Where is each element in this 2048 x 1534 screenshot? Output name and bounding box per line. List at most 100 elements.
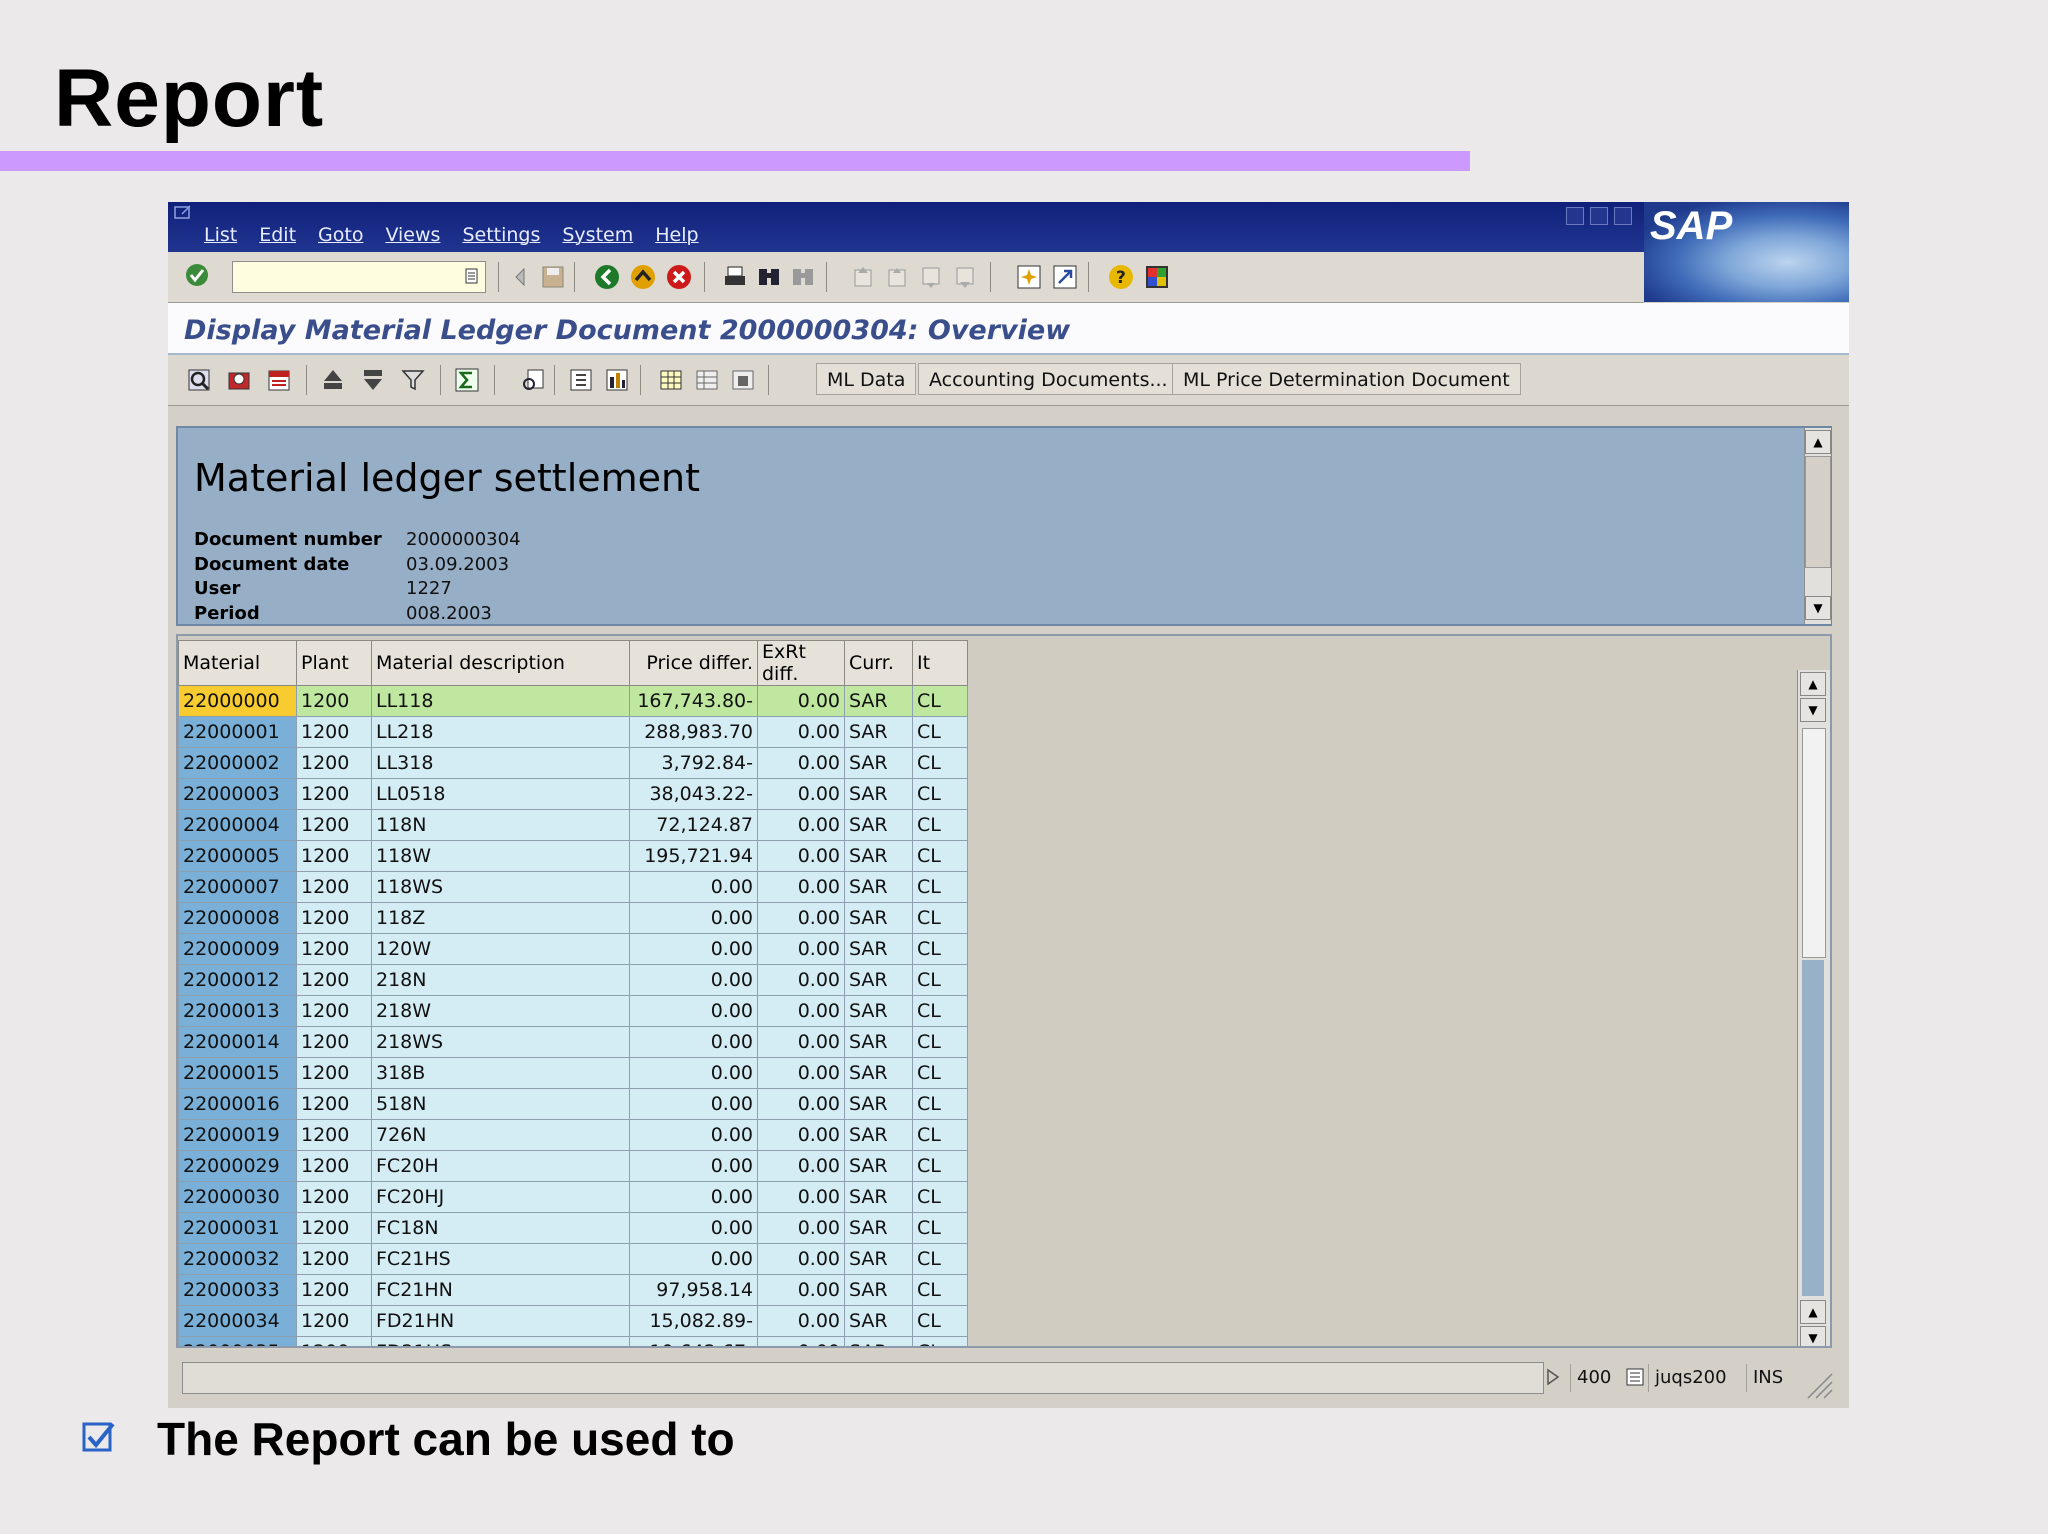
cell-price-difference[interactable]: 15,082.89- [629,1305,758,1337]
cell-price-difference[interactable]: 0.00 [629,1243,758,1275]
cell-description[interactable]: 318B [371,1057,630,1089]
cell-item[interactable]: CL [912,1026,968,1058]
cell-material[interactable]: 22000031 [178,1212,297,1244]
scroll-page-up-icon[interactable]: ▲ [1800,1300,1826,1324]
scroll-down-icon[interactable]: ▼ [1805,596,1831,620]
system-info-icon[interactable] [1626,1368,1644,1386]
column-header-price-difference[interactable]: Price differ. [629,640,758,686]
create-session-icon[interactable] [1016,264,1042,290]
cell-currency[interactable]: SAR [844,1212,913,1244]
cell-item[interactable]: CL [912,716,968,748]
cell-description[interactable]: 118Z [371,902,630,934]
cell-material[interactable]: 22000007 [178,871,297,903]
print-preview-icon[interactable] [520,367,546,393]
table-row[interactable]: 22000014 1200 218WS 0.00 0.00 SAR CL [178,1026,968,1058]
cell-price-difference[interactable]: 0.00 [629,902,758,934]
details-icon[interactable] [186,367,212,393]
change-layout-icon[interactable] [658,367,684,393]
cell-description[interactable]: 218W [371,995,630,1027]
next-page-icon[interactable] [918,264,944,290]
cell-price-difference[interactable]: 3,792.84- [629,747,758,779]
cell-exchange-rate-difference[interactable]: 0.00 [757,964,845,996]
cell-exchange-rate-difference[interactable]: 0.00 [757,1243,845,1275]
cell-plant[interactable]: 1200 [296,1026,372,1058]
cell-exchange-rate-difference[interactable]: 0.00 [757,933,845,965]
cell-item[interactable]: CL [912,1274,968,1306]
cell-material[interactable]: 22000003 [178,778,297,810]
select-layout-icon[interactable] [694,367,720,393]
cell-exchange-rate-difference[interactable]: 0.00 [757,1212,845,1244]
save-icon[interactable] [540,264,566,290]
cell-description[interactable]: LL0518 [371,778,630,810]
choose-icon[interactable] [226,367,252,393]
table-row[interactable]: 22000000 1200 LL118 167,743.80- 0.00 SAR CL [178,685,968,717]
cell-plant[interactable]: 1200 [296,747,372,779]
table-row[interactable]: 22000009 1200 120W 0.00 0.00 SAR CL [178,933,968,965]
cell-currency[interactable]: SAR [844,1336,913,1346]
table-row[interactable]: 22000031 1200 FC18N 0.00 0.00 SAR CL [178,1212,968,1244]
cell-item[interactable]: CL [912,933,968,965]
menu-views[interactable]: Views [385,224,440,246]
cell-price-difference[interactable]: 167,743.80- [629,685,758,717]
cell-price-difference[interactable]: 0.00 [629,964,758,996]
table-row[interactable]: 22000013 1200 218W 0.00 0.00 SAR CL [178,995,968,1027]
accounting-documents-button[interactable]: Accounting Documents... [918,363,1179,395]
cell-material[interactable]: 22000008 [178,902,297,934]
cell-price-difference[interactable]: 0.00 [629,933,758,965]
cell-description[interactable]: FC20H [371,1150,630,1182]
cell-exchange-rate-difference[interactable]: 0.00 [757,809,845,841]
cell-description[interactable]: FC21HN [371,1274,630,1306]
cell-item[interactable]: CL [912,1336,968,1346]
column-header-description[interactable]: Material description [371,640,630,686]
back-arrow-icon[interactable] [508,264,534,290]
command-field[interactable] [232,261,486,293]
menu-list[interactable]: List [204,224,237,246]
cell-currency[interactable]: SAR [844,685,913,717]
previous-page-icon[interactable] [884,264,910,290]
cell-plant[interactable]: 1200 [296,1088,372,1120]
cell-material[interactable]: 22000005 [178,840,297,872]
cell-item[interactable]: CL [912,871,968,903]
table-row[interactable]: 22000002 1200 LL318 3,792.84- 0.00 SAR CL [178,747,968,779]
system-menu-icon[interactable] [174,205,194,221]
cell-currency[interactable]: SAR [844,747,913,779]
cell-price-difference[interactable]: 0.00 [629,1119,758,1151]
cell-item[interactable]: CL [912,1212,968,1244]
scroll-page-down-icon[interactable]: ▼ [1800,698,1826,722]
cell-item[interactable]: CL [912,685,968,717]
cell-exchange-rate-difference[interactable]: 0.00 [757,685,845,717]
cell-material[interactable]: 22000029 [178,1150,297,1182]
cell-price-difference[interactable]: 0.00 [629,1212,758,1244]
menu-settings[interactable]: Settings [462,224,540,246]
menu-edit[interactable]: Edit [259,224,296,246]
cell-description[interactable]: 118N [371,809,630,841]
cell-plant[interactable]: 1200 [296,1305,372,1337]
cell-plant[interactable]: 1200 [296,1057,372,1089]
table-row[interactable]: 22000016 1200 518N 0.00 0.00 SAR CL [178,1088,968,1120]
cell-description[interactable]: FC21HS [371,1243,630,1275]
table-row[interactable]: 22000030 1200 FC20HJ 0.00 0.00 SAR CL [178,1181,968,1213]
cell-item[interactable]: CL [912,995,968,1027]
cell-currency[interactable]: SAR [844,809,913,841]
cell-price-difference[interactable]: 0.00 [629,1181,758,1213]
cell-description[interactable]: 218WS [371,1026,630,1058]
cell-currency[interactable]: SAR [844,1026,913,1058]
column-header-plant[interactable]: Plant [296,640,372,686]
cell-exchange-rate-difference[interactable]: 0.00 [757,1336,845,1346]
cell-material[interactable]: 22000033 [178,1274,297,1306]
cell-description[interactable]: FD21HN [371,1305,630,1337]
cell-material[interactable]: 22000019 [178,1119,297,1151]
cell-plant[interactable]: 1200 [296,1212,372,1244]
cell-price-difference[interactable]: 10,642.67- [629,1336,758,1346]
cell-material[interactable]: 22000001 [178,716,297,748]
cell-description[interactable]: 118W [371,840,630,872]
cell-plant[interactable]: 1200 [296,964,372,996]
cell-plant[interactable]: 1200 [296,902,372,934]
cell-plant[interactable]: 1200 [296,1150,372,1182]
back-icon[interactable] [594,264,620,290]
cell-price-difference[interactable]: 0.00 [629,1057,758,1089]
cell-exchange-rate-difference[interactable]: 0.00 [757,840,845,872]
grid-scrollbar[interactable]: ▲ ▼ ▲ ▼ [1797,670,1830,1346]
cell-currency[interactable]: SAR [844,840,913,872]
cell-exchange-rate-difference[interactable]: 0.00 [757,716,845,748]
